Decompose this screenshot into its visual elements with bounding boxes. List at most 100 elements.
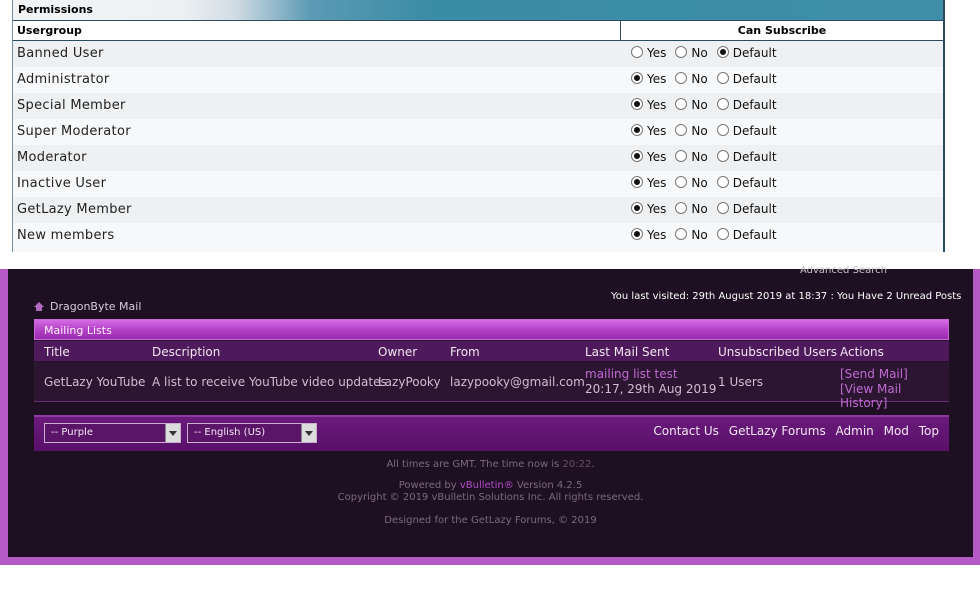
option-no[interactable]: No [675,150,708,164]
option-yes[interactable]: Yes [631,98,666,112]
mailing-lists-header-row: Title Description Owner From Last Mail S… [34,341,949,361]
option-no-label: No [691,150,708,164]
option-yes-label: Yes [647,228,667,242]
radio-yes[interactable] [631,202,643,214]
radio-no[interactable] [675,124,688,136]
radio-default[interactable] [716,228,729,240]
option-default-label: Default [732,202,777,216]
option-yes[interactable]: Yes [631,72,666,86]
option-default[interactable]: Default [716,46,777,60]
list-from-email: lazypooky@gmail.com [450,375,585,389]
option-yes[interactable]: Yes [631,202,666,216]
radio-yes[interactable] [631,72,643,84]
option-no[interactable]: No [675,98,708,112]
forum-content: Advanced Search DragonByte Mail You last… [8,265,973,557]
current-time: 20:22 [562,459,592,470]
radio-default[interactable] [716,150,729,162]
option-no[interactable]: No [675,124,708,138]
usergroup-column-header: Usergroup [17,24,82,37]
radio-no[interactable] [675,72,688,84]
breadcrumb-dragonbyte-mail[interactable]: DragonByte Mail [50,300,141,313]
option-no[interactable]: No [675,228,708,242]
mailing-lists-title-bar: Mailing Lists [34,319,949,340]
footer-link-contact-us[interactable]: Contact Us [653,424,719,438]
send-mail-link[interactable]: [Send Mail] [840,367,908,381]
home-icon[interactable] [34,302,44,311]
style-select-value: -- Purple [51,427,93,438]
option-yes[interactable]: Yes [631,46,666,60]
radio-default[interactable] [716,98,729,110]
footer-link-getlazy-forums[interactable]: GetLazy Forums [729,424,826,438]
table-row: Special Member Yes No Default [13,93,943,119]
subscribe-options: Yes No Default [631,46,786,60]
subscribe-options: Yes No Default [631,202,786,216]
option-no[interactable]: No [675,72,708,86]
permissions-title-bar: Permissions [13,0,943,21]
list-owner[interactable]: LazyPooky [378,375,441,389]
radio-yes[interactable] [631,46,643,58]
radio-default[interactable] [716,124,729,136]
option-yes-label: Yes [647,98,667,112]
table-row: GetLazy YouTube A list to receive YouTub… [34,362,949,410]
option-default[interactable]: Default [716,202,777,216]
option-no[interactable]: No [675,176,708,190]
footer-link-admin[interactable]: Admin [836,424,874,438]
radio-no[interactable] [675,150,688,162]
option-no-label: No [691,98,708,112]
radio-default[interactable] [716,46,729,58]
option-yes-label: Yes [647,176,667,190]
option-no-label: No [691,202,708,216]
option-default[interactable]: Default [716,150,777,164]
mailing-lists-title: Mailing Lists [44,324,112,337]
option-default[interactable]: Default [716,228,777,242]
radio-no[interactable] [675,228,688,240]
option-no[interactable]: No [675,202,708,216]
option-no[interactable]: No [675,46,708,60]
chevron-down-icon[interactable] [165,424,180,442]
radio-default[interactable] [716,202,729,214]
option-default[interactable]: Default [716,98,777,112]
radio-default[interactable] [716,72,729,84]
option-no-label: No [691,176,708,190]
radio-no[interactable] [675,176,688,188]
mailing-lists-table: Mailing Lists Title Description Owner Fr… [34,319,949,410]
forum-frame: Advanced Search DragonByte Mail You last… [0,265,980,565]
footer-link-top[interactable]: Top [919,424,939,438]
last-mail-subject-link[interactable]: mailing list test [585,367,678,381]
option-default[interactable]: Default [716,124,777,138]
option-yes[interactable]: Yes [631,176,666,190]
option-default[interactable]: Default [716,176,777,190]
radio-yes[interactable] [631,228,643,240]
radio-yes[interactable] [631,150,643,162]
table-row: Moderator Yes No Default [13,145,943,171]
language-select[interactable]: -- English (US) [187,423,317,443]
radio-yes[interactable] [631,124,643,136]
option-yes-label: Yes [647,72,667,86]
option-default[interactable]: Default [716,72,777,86]
table-row: Super Moderator Yes No Default [13,119,943,145]
advanced-search-link[interactable]: Advanced Search [800,265,887,276]
radio-yes[interactable] [631,176,643,188]
option-yes[interactable]: Yes [631,150,666,164]
option-yes[interactable]: Yes [631,228,666,242]
radio-default[interactable] [716,176,729,188]
vbulletin-link[interactable]: vBulletin® [460,480,514,491]
chevron-down-icon[interactable] [301,424,316,442]
can-subscribe-column-header: Can Subscribe [620,21,943,40]
style-select[interactable]: -- Purple [44,423,181,443]
subscribe-options: Yes No Default [631,176,786,190]
timezone-text: All times are GMT. The time now is [386,459,560,470]
radio-no[interactable] [675,98,688,110]
option-default-label: Default [732,46,777,60]
option-default-label: Default [732,98,777,112]
radio-yes[interactable] [631,98,643,110]
radio-no[interactable] [675,202,688,214]
usergroup-label: Administrator [17,72,110,87]
radio-no[interactable] [675,46,688,58]
table-row: Banned User Yes No Default [13,41,943,67]
option-yes[interactable]: Yes [631,124,666,138]
option-default-label: Default [732,228,777,242]
usergroup-label: Inactive User [17,176,107,191]
view-mail-history-link[interactable]: [View Mail History] [840,382,949,410]
footer-link-mod[interactable]: Mod [884,424,909,438]
